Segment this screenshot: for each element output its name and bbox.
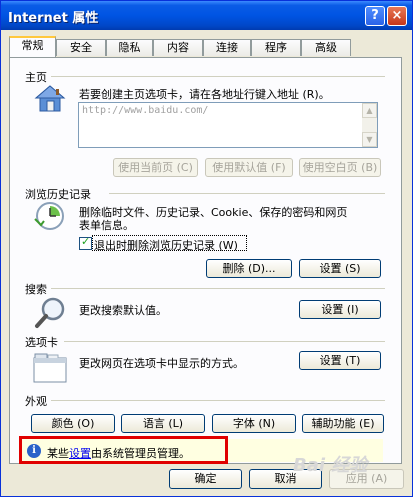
checkmark-icon: ✓ — [81, 235, 91, 248]
tab-privacy[interactable]: 隐私 — [106, 39, 153, 56]
tabs-divider — [64, 341, 385, 342]
scroll-down-icon[interactable]: ▼ — [362, 132, 377, 147]
homepage-url-textarea[interactable]: ▲ ▼ — [78, 102, 378, 148]
history-settings-button[interactable]: 设置 (S) — [299, 259, 381, 278]
fonts-button[interactable]: 字体 (N) — [212, 414, 296, 433]
homepage-divider — [51, 76, 385, 77]
search-section-label: 搜索 — [25, 283, 47, 296]
title-bar[interactable]: Internet 属性 ? × — [1, 1, 412, 30]
watermark-text: Bai 经验 — [293, 455, 368, 476]
history-description-line2: 表单信息。 — [79, 219, 134, 232]
tabs-settings-button[interactable]: 设置 (T) — [299, 351, 381, 370]
use-current-page-button[interactable]: 使用当前页 (C) — [113, 158, 198, 177]
colors-button[interactable]: 颜色 (O) — [31, 414, 115, 433]
languages-button[interactable]: 语言 (L) — [121, 414, 205, 433]
tabbed-window-icon — [33, 353, 67, 386]
home-icon — [34, 84, 66, 117]
tabs-section-label: 选项卡 — [25, 336, 58, 349]
search-settings-button[interactable]: 设置 (I) — [299, 300, 381, 319]
url-scrollbar[interactable]: ▲ ▼ — [362, 103, 377, 147]
homepage-section-label: 主页 — [25, 71, 47, 84]
magnifier-icon — [34, 296, 68, 333]
tab-connections[interactable]: 连接 — [203, 39, 251, 56]
tab-security[interactable]: 安全 — [56, 39, 106, 56]
accessibility-button[interactable]: 辅助功能 (E) — [302, 414, 384, 433]
search-divider — [51, 288, 385, 289]
appearance-section-label: 外观 — [25, 395, 47, 408]
delete-history-button[interactable]: 删除 (D)... — [206, 259, 292, 278]
scroll-up-icon[interactable]: ▲ — [362, 103, 377, 118]
tab-content[interactable]: 内容 — [153, 39, 203, 56]
help-button[interactable]: ? — [365, 6, 385, 26]
tab-general[interactable]: 常规 — [9, 36, 56, 57]
homepage-url-input[interactable] — [82, 105, 352, 116]
ok-button[interactable]: 确定 — [169, 469, 242, 489]
tab-programs[interactable]: 程序 — [251, 39, 301, 56]
delete-on-exit-checkbox[interactable]: ✓ — [79, 235, 92, 250]
appearance-divider — [51, 400, 385, 401]
homepage-description: 若要创建主页选项卡，请在各地址行键入地址 (R)。 — [79, 88, 330, 101]
use-default-button[interactable]: 使用默认值 (F) — [205, 158, 293, 177]
highlight-annotation — [19, 436, 228, 464]
history-clock-icon — [33, 199, 67, 236]
search-description: 更改搜索默认值。 — [79, 304, 167, 317]
use-blank-button[interactable]: 使用空白页 (B) — [299, 158, 381, 177]
tabs-description: 更改网页在选项卡中显示的方式。 — [79, 357, 244, 370]
window-title: Internet 属性 — [8, 11, 99, 26]
delete-on-exit-label[interactable]: 退出时删除浏览历史记录 (W) — [94, 237, 238, 253]
tab-advanced[interactable]: 高级 — [301, 39, 351, 56]
history-divider — [109, 193, 385, 194]
close-button[interactable]: × — [387, 6, 407, 26]
internet-options-dialog: Internet 属性 ? × 常规 安全 隐私 内容 连接 程序 高级 主页 … — [0, 0, 413, 497]
